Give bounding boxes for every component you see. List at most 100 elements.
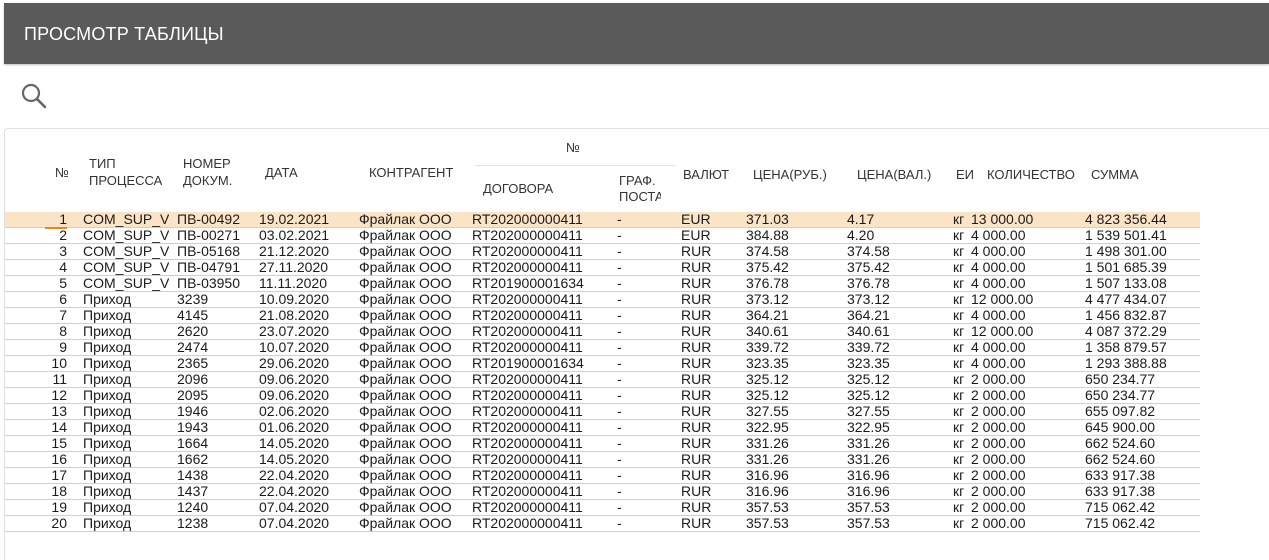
cell-delivery-schedule: - xyxy=(617,292,622,307)
cell-contract-number: RT202000000411 xyxy=(472,340,583,355)
cell-quantity: 4 000.00 xyxy=(971,308,1026,323)
table-row[interactable]: 1 COM_SUP_V ПВ-00492 19.02.2021 Фрайлак ООО R… xyxy=(5,212,1200,229)
cell-doc-number: 1664 xyxy=(177,436,209,451)
cell-delivery-schedule: - xyxy=(617,420,622,435)
cell-row-number: 10 xyxy=(51,356,67,371)
cell-doc-number: 2620 xyxy=(177,324,209,339)
cell-amount: 4 087 372.29 xyxy=(1085,324,1167,339)
cell-currency: RUR xyxy=(681,372,712,387)
table-row[interactable]: 2 COM_SUP_V ПВ-00271 03.02.2021 Фрайлак ООО R… xyxy=(5,228,1200,244)
cell-amount: 1 501 685.39 xyxy=(1085,260,1167,275)
table-row[interactable]: 10 Приход 2365 29.06.2020 Фрайлак ООО RT20190… xyxy=(5,356,1200,372)
cell-quantity: 2 000.00 xyxy=(971,452,1026,467)
cell-quantity: 12 000.00 xyxy=(971,292,1034,307)
cell-quantity: 2 000.00 xyxy=(971,468,1026,483)
cell-doc-number: 2474 xyxy=(177,340,209,355)
cell-doc-number: 1943 xyxy=(177,420,209,435)
cell-delivery-schedule: - xyxy=(617,516,622,531)
cell-process-type: Приход xyxy=(83,340,132,355)
col-header-unit[interactable]: ЕИ xyxy=(956,167,974,182)
table-row[interactable]: 17 Приход 1438 22.04.2020 Фрайлак ООО RT20200… xyxy=(5,468,1200,484)
cell-counterparty: Фрайлак ООО xyxy=(359,468,452,483)
cell-currency: RUR xyxy=(681,436,712,451)
cell-contract-number: RT202000000411 xyxy=(472,420,583,435)
table-row[interactable]: 18 Приход 1437 22.04.2020 Фрайлак ООО RT20200… xyxy=(5,484,1200,500)
cell-contract-number: RT202000000411 xyxy=(472,372,583,387)
cell-delivery-schedule: - xyxy=(617,340,622,355)
cell-currency: RUR xyxy=(681,388,712,403)
col-header-currency[interactable]: ВАЛЮТА xyxy=(683,167,729,182)
table-row[interactable]: 8 Приход 2620 23.07.2020 Фрайлак ООО RT202000… xyxy=(5,324,1200,340)
cell-contract-number: RT202000000411 xyxy=(472,516,583,531)
cell-doc-date: 22.04.2020 xyxy=(259,484,330,499)
cell-price-val: 373.12 xyxy=(847,292,890,307)
cell-amount: 662 524.60 xyxy=(1085,452,1156,467)
table-row[interactable]: 3 COM_SUP_V ПВ-05168 21.12.2020 Фрайлак ООО R… xyxy=(5,244,1200,260)
cell-counterparty: Фрайлак ООО xyxy=(359,292,452,307)
table-row[interactable]: 9 Приход 2474 10.07.2020 Фрайлак ООО RT202000… xyxy=(5,340,1200,356)
cell-price-val: 375.42 xyxy=(847,260,890,275)
cell-price-rub: 340.61 xyxy=(746,324,789,339)
cell-delivery-schedule: - xyxy=(617,228,622,243)
cell-amount: 715 062.42 xyxy=(1085,516,1156,531)
col-header-price-val[interactable]: ЦЕНА(ВАЛ.) xyxy=(857,167,931,182)
cell-doc-number: 1946 xyxy=(177,404,209,419)
table-row[interactable]: 7 Приход 4145 21.08.2020 Фрайлак ООО RT202000… xyxy=(5,308,1200,324)
table-row[interactable]: 12 Приход 2095 09.06.2020 Фрайлак ООО RT20200… xyxy=(5,388,1200,404)
col-header-doc-1[interactable]: НОМЕР xyxy=(183,156,231,171)
table-row[interactable]: 5 COM_SUP_V ПВ-03950 11.11.2020 Фрайлак ООО R… xyxy=(5,276,1200,292)
col-header-party[interactable]: КОНТРАГЕНТ xyxy=(369,165,453,180)
cell-currency: RUR xyxy=(681,292,712,307)
table-row[interactable]: 11 Приход 2096 09.06.2020 Фрайлак ООО RT20200… xyxy=(5,372,1200,388)
cell-process-type: Приход xyxy=(83,372,132,387)
table-row[interactable]: 14 Приход 1943 01.06.2020 Фрайлак ООО RT20200… xyxy=(5,420,1200,436)
cell-doc-date: 02.06.2020 xyxy=(259,404,330,419)
col-header-sum[interactable]: СУММА xyxy=(1091,167,1139,182)
cell-amount: 633 917.38 xyxy=(1085,468,1156,483)
col-header-contract[interactable]: ДОГОВОРА xyxy=(483,181,553,196)
cell-price-val: 340.61 xyxy=(847,324,890,339)
cell-amount: 1 456 832.87 xyxy=(1085,308,1167,323)
table-row[interactable]: 13 Приход 1946 02.06.2020 Фрайлак ООО RT20200… xyxy=(5,404,1200,420)
search-icon xyxy=(21,83,47,109)
cell-counterparty: Фрайлак ООО xyxy=(359,484,452,499)
cell-row-number: 8 xyxy=(59,324,67,339)
cell-doc-date: 21.12.2020 xyxy=(259,244,330,259)
col-header-sched-1[interactable]: ГРАФ. xyxy=(619,173,661,188)
cell-process-type: Приход xyxy=(83,468,132,483)
col-header-type-2[interactable]: ПРОЦЕССА xyxy=(89,173,162,188)
cell-quantity: 12 000.00 xyxy=(971,324,1034,339)
cell-row-number: 20 xyxy=(51,516,67,531)
cell-counterparty: Фрайлак ООО xyxy=(359,356,452,371)
table-row[interactable]: 20 Приход 1238 07.04.2020 Фрайлак ООО RT20200… xyxy=(5,516,1200,532)
cell-price-rub: 375.42 xyxy=(746,260,789,275)
cell-currency: RUR xyxy=(681,500,712,515)
table-row[interactable]: 6 Приход 3239 10.09.2020 Фрайлак ООО RT202000… xyxy=(5,292,1200,308)
cell-price-val: 323.35 xyxy=(847,356,890,371)
cell-quantity: 2 000.00 xyxy=(971,404,1026,419)
cell-amount: 1 358 879.57 xyxy=(1085,340,1167,355)
col-header-doc-2[interactable]: ДОКУМ. xyxy=(183,173,232,188)
cell-doc-number: ПВ-00492 xyxy=(177,212,240,227)
cell-currency: RUR xyxy=(681,340,712,355)
cell-counterparty: Фрайлак ООО xyxy=(359,420,452,435)
cell-currency: RUR xyxy=(681,356,712,371)
table-row[interactable]: 19 Приход 1240 07.04.2020 Фрайлак ООО RT20200… xyxy=(5,500,1200,516)
table-row[interactable]: 15 Приход 1664 14.05.2020 Фрайлак ООО RT20200… xyxy=(5,436,1200,452)
col-header-price-rub[interactable]: ЦЕНА(РУБ.) xyxy=(753,167,827,182)
col-header-sched-2[interactable]: ПОСТАВ xyxy=(619,189,661,204)
table-row[interactable]: 4 COM_SUP_V ПВ-04791 27.11.2020 Фрайлак ООО R… xyxy=(5,260,1200,276)
col-header-type-1[interactable]: ТИП xyxy=(89,156,116,171)
col-header-num[interactable]: № xyxy=(55,165,69,180)
table-row[interactable]: 16 Приход 1662 14.05.2020 Фрайлак ООО RT20200… xyxy=(5,452,1200,468)
cell-row-number: 2 xyxy=(59,228,67,243)
search-button[interactable] xyxy=(20,82,48,110)
col-header-date[interactable]: ДАТА xyxy=(265,165,298,180)
cell-currency: RUR xyxy=(681,404,712,419)
col-header-qty[interactable]: КОЛИЧЕСТВО xyxy=(987,167,1083,182)
cell-amount: 715 062.42 xyxy=(1085,500,1156,515)
cell-price-rub: 357.53 xyxy=(746,516,789,531)
cell-currency: RUR xyxy=(681,308,712,323)
cell-counterparty: Фрайлак ООО xyxy=(359,436,452,451)
cell-counterparty: Фрайлак ООО xyxy=(359,260,452,275)
